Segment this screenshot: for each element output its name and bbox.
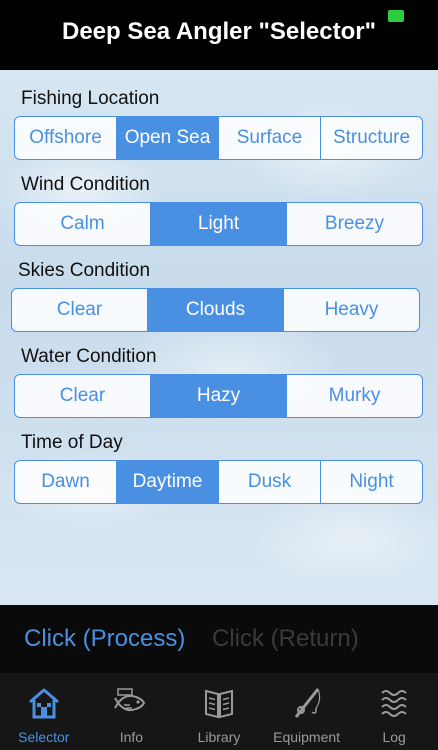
fishing-location-control: Offshore Open Sea Surface Structure [14, 116, 423, 160]
option-breezy[interactable]: Breezy [286, 203, 422, 245]
option-heavy[interactable]: Heavy [283, 289, 419, 331]
skies-condition-control: Clear Clouds Heavy [11, 288, 420, 332]
option-light[interactable]: Light [150, 203, 286, 245]
tab-log-label: Log [382, 729, 406, 745]
option-calm[interactable]: Calm [15, 203, 150, 245]
tab-info[interactable]: Info [88, 673, 176, 750]
action-bar: Click (Process) Click (Return) [0, 605, 438, 673]
water-condition-label: Water Condition [21, 346, 157, 367]
tab-equipment-label: Equipment [273, 729, 341, 745]
water-condition-control: Clear Hazy Murky [14, 374, 423, 418]
tab-log[interactable]: Log [350, 673, 438, 750]
option-structure[interactable]: Structure [320, 117, 422, 159]
option-dawn[interactable]: Dawn [15, 461, 116, 503]
tab-selector[interactable]: Selector [0, 673, 88, 750]
option-offshore[interactable]: Offshore [15, 117, 116, 159]
tab-selector-label: Selector [18, 729, 70, 745]
tab-bar: Selector Info Library Equipment Log [0, 673, 438, 750]
option-clear-water[interactable]: Clear [15, 375, 150, 417]
house-icon [26, 683, 62, 723]
tab-library-label: Library [197, 729, 241, 745]
option-murky[interactable]: Murky [286, 375, 422, 417]
book-icon [201, 683, 237, 723]
option-daytime[interactable]: Daytime [116, 461, 218, 503]
time-of-day-control: Dawn Daytime Dusk Night [14, 460, 423, 504]
skies-condition-label: Skies Condition [18, 260, 151, 281]
wind-condition-control: Calm Light Breezy [14, 202, 423, 246]
time-of-day-label: Time of Day [21, 432, 123, 453]
wind-condition-label: Wind Condition [21, 174, 150, 195]
option-clear-skies[interactable]: Clear [12, 289, 147, 331]
waves-icon [376, 683, 412, 723]
option-open-sea[interactable]: Open Sea [116, 117, 218, 159]
return-button[interactable]: Click (Return) [212, 625, 359, 653]
process-button[interactable]: Click (Process) [24, 625, 185, 653]
fishing-rod-icon [289, 683, 325, 723]
tab-library[interactable]: Library [175, 673, 263, 750]
battery-icon [388, 10, 404, 22]
selector-panel: Fishing Location Offshore Open Sea Surfa… [0, 70, 438, 605]
app-header: Deep Sea Angler "Selector" [0, 0, 438, 70]
option-clouds[interactable]: Clouds [147, 289, 283, 331]
tab-equipment[interactable]: Equipment [263, 673, 351, 750]
option-hazy[interactable]: Hazy [150, 375, 286, 417]
option-dusk[interactable]: Dusk [218, 461, 320, 503]
page-title: Deep Sea Angler "Selector" [62, 18, 376, 45]
tab-info-label: Info [119, 729, 144, 745]
fish-icon [113, 683, 149, 723]
option-surface[interactable]: Surface [218, 117, 320, 159]
option-night[interactable]: Night [320, 461, 422, 503]
fishing-location-label: Fishing Location [21, 88, 160, 109]
